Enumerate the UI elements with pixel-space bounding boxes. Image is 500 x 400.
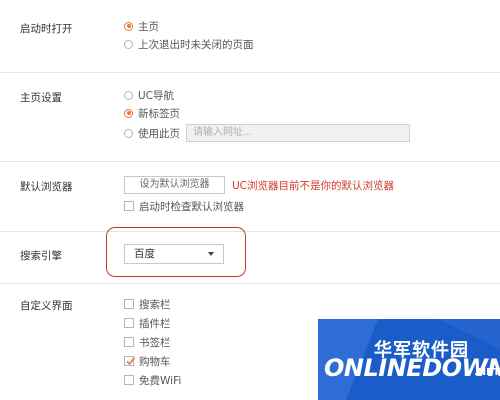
divider — [0, 161, 500, 162]
search-engine-selected: 百度 — [134, 248, 155, 260]
search-engine-select[interactable]: 百度 — [124, 244, 224, 264]
custom-ui-item-label: 书签栏 — [139, 336, 171, 349]
startup-option-homepage-label: 主页 — [138, 20, 159, 33]
settings-page: 启动时打开 主页 上次退出时未关闭的页面 主页设置 UC导航 新标签页 使用此页… — [0, 0, 500, 400]
check-default-on-start[interactable]: 启动时检查默认浏览器 — [124, 199, 244, 213]
checkbox-icon[interactable] — [124, 318, 134, 328]
default-browser-label: 默认浏览器 — [20, 181, 73, 193]
checkbox-checked-icon[interactable] — [124, 356, 136, 366]
checkbox-icon[interactable] — [124, 337, 134, 347]
custom-ui-item-label: 购物车 — [139, 355, 171, 368]
startup-option-homepage[interactable]: 主页 — [124, 19, 159, 33]
set-default-browser-button[interactable]: 设为默认浏览器 — [124, 176, 225, 194]
default-browser-warning: UC浏览器目前不是你的默认浏览器 — [232, 180, 395, 192]
check-default-on-start-label: 启动时检查默认浏览器 — [139, 200, 244, 213]
radio-icon[interactable] — [124, 39, 133, 49]
checkmark-icon — [126, 357, 136, 366]
homepage-option-uc-nav[interactable]: UC导航 — [124, 88, 174, 102]
radio-checked-icon[interactable] — [124, 108, 133, 118]
startup-option-last-session-label: 上次退出时未关闭的页面 — [138, 38, 254, 51]
custom-ui-label: 自定义界面 — [20, 300, 73, 312]
custom-ui-item-plugin-bar[interactable]: 插件栏 — [124, 316, 171, 330]
homepage-option-uc-nav-label: UC导航 — [138, 89, 175, 102]
divider — [0, 283, 500, 284]
custom-ui-item-search-bar[interactable]: 搜索栏 — [124, 297, 171, 311]
homepage-option-new-tab-label: 新标签页 — [138, 107, 180, 120]
divider — [0, 231, 500, 232]
custom-ui-item-cart[interactable]: 购物车 — [124, 354, 171, 368]
homepage-option-use-page[interactable]: 使用此页 — [124, 126, 180, 140]
watermark-suffix-text: .NET — [474, 367, 500, 378]
homepage-option-new-tab[interactable]: 新标签页 — [124, 106, 180, 120]
custom-ui-item-label: 插件栏 — [139, 317, 171, 330]
radio-icon[interactable] — [124, 128, 133, 138]
custom-ui-item-bookmark-bar[interactable]: 书签栏 — [124, 335, 171, 349]
search-engine-label: 搜索引擎 — [20, 250, 62, 262]
radio-icon[interactable] — [124, 90, 133, 100]
startup-label: 启动时打开 — [20, 23, 73, 35]
checkbox-icon[interactable] — [124, 201, 134, 211]
checkbox-icon[interactable] — [124, 299, 134, 309]
custom-ui-item-label: 搜索栏 — [139, 298, 171, 311]
chevron-down-icon — [208, 252, 214, 256]
checkbox-icon[interactable] — [124, 375, 134, 385]
homepage-option-use-page-label: 使用此页 — [138, 127, 180, 140]
divider — [0, 72, 500, 73]
custom-ui-item-free-wifi[interactable]: 免费WiFi — [124, 373, 181, 387]
homepage-label: 主页设置 — [20, 92, 62, 104]
radio-checked-icon[interactable] — [124, 21, 133, 31]
startup-option-last-session[interactable]: 上次退出时未关闭的页面 — [124, 37, 254, 51]
custom-ui-item-label: 免费WiFi — [139, 374, 182, 387]
homepage-url-input[interactable]: 请输入网址... — [186, 124, 410, 142]
